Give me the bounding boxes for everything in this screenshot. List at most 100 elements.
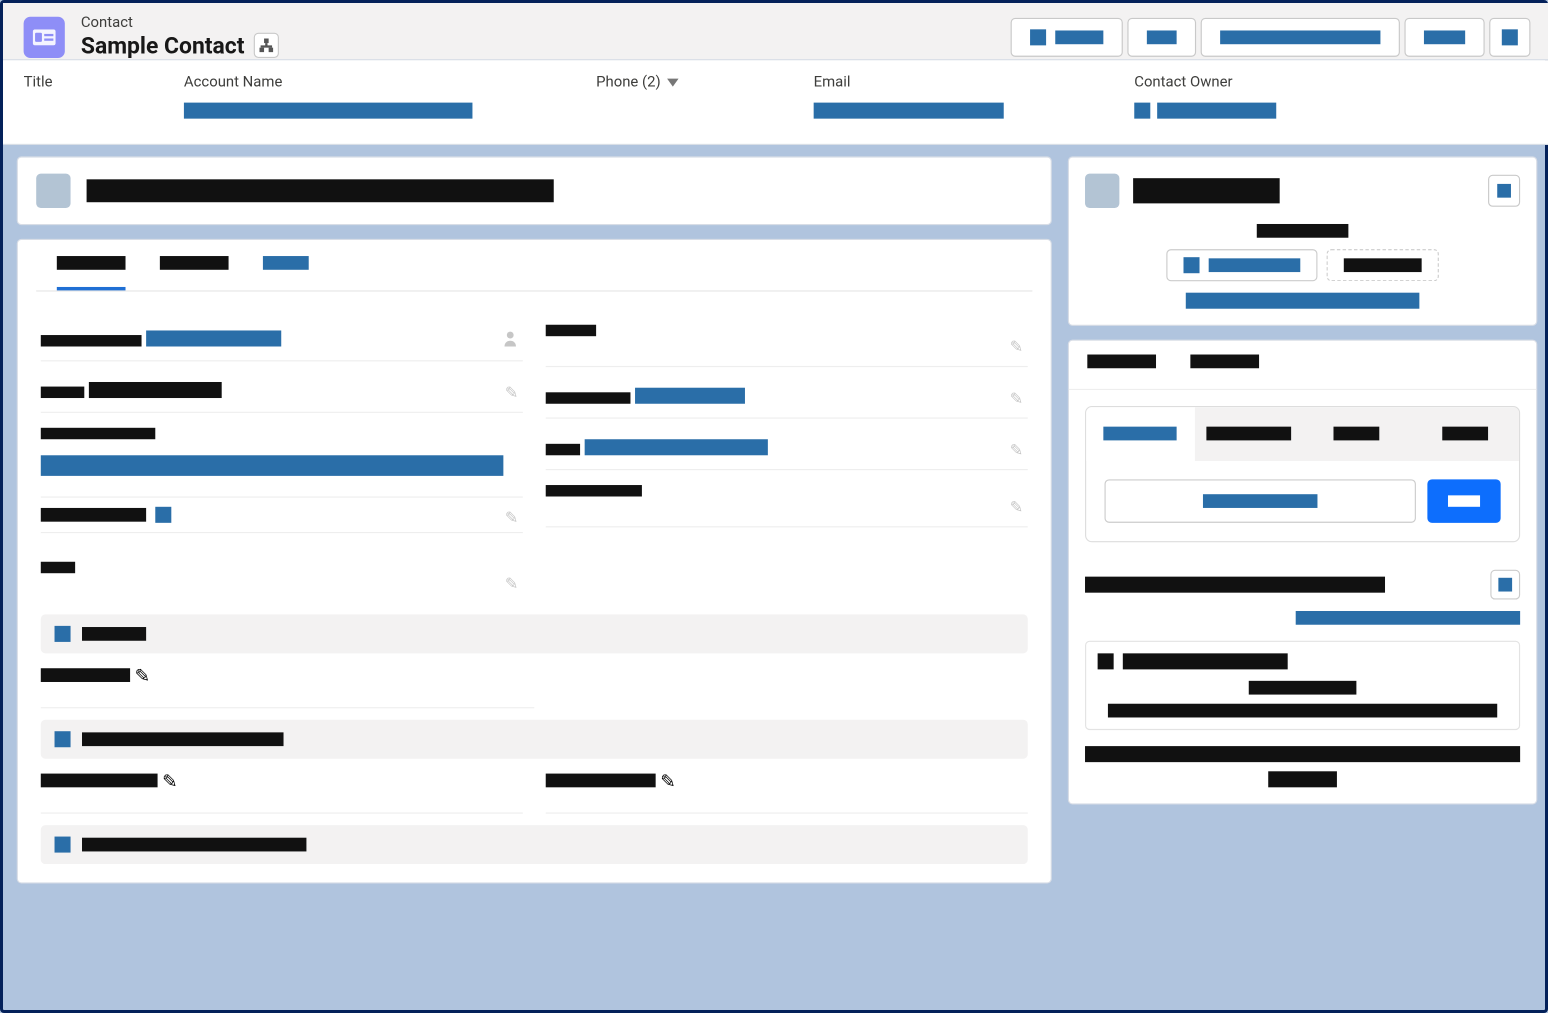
field-value-link[interactable] bbox=[635, 388, 745, 404]
hl-email-value[interactable] bbox=[814, 103, 1004, 119]
feed-item-icon bbox=[1098, 653, 1114, 669]
edit-icon[interactable]: ✎ bbox=[1010, 390, 1023, 408]
feed-item-line2 bbox=[1108, 704, 1497, 718]
edit-icon[interactable]: ✎ bbox=[660, 770, 675, 792]
field-label bbox=[41, 508, 146, 522]
side-card-1-footer-link[interactable] bbox=[1186, 293, 1420, 309]
feed-item-line1 bbox=[1249, 681, 1357, 695]
header-action-2[interactable] bbox=[1127, 17, 1196, 56]
edit-icon[interactable]: ✎ bbox=[1010, 499, 1023, 517]
side-card-1-menu[interactable] bbox=[1488, 175, 1520, 207]
hl-title-label: Title bbox=[24, 74, 116, 91]
edit-icon[interactable]: ✎ bbox=[1010, 442, 1023, 460]
detail-card: ✎ ✎ bbox=[17, 239, 1052, 884]
hl-owner-label: Contact Owner bbox=[1134, 74, 1276, 91]
feed-footer-1 bbox=[1085, 746, 1520, 762]
field-left-1 bbox=[41, 310, 523, 362]
feed-filter-text bbox=[1085, 577, 1385, 593]
hierarchy-button[interactable] bbox=[254, 33, 279, 58]
hierarchy-icon[interactable] bbox=[502, 330, 518, 351]
publisher-tab-3[interactable] bbox=[1303, 407, 1411, 461]
field-left-2: ✎ bbox=[41, 361, 523, 413]
publisher-input[interactable] bbox=[1104, 479, 1415, 523]
section-2-field-left: ✎ bbox=[41, 759, 523, 814]
field-label bbox=[546, 774, 656, 788]
field-value bbox=[89, 382, 222, 398]
field-right-1: ✎ bbox=[546, 310, 1028, 367]
edit-icon[interactable]: ✎ bbox=[135, 665, 150, 687]
feed-item-1 bbox=[1085, 641, 1520, 730]
field-label bbox=[41, 387, 85, 398]
header-action-1[interactable] bbox=[1011, 17, 1123, 56]
side-card-1-pill-2[interactable] bbox=[1327, 249, 1439, 281]
record-header: Contact Sample Contact bbox=[3, 3, 1548, 60]
detail-tab-1[interactable] bbox=[57, 256, 126, 290]
publisher-tab-1[interactable] bbox=[1086, 407, 1194, 461]
detail-section-3-header[interactable] bbox=[41, 825, 1028, 864]
side-card-2 bbox=[1068, 340, 1537, 805]
field-value-link[interactable] bbox=[585, 439, 768, 455]
object-type-label: Contact bbox=[81, 14, 279, 31]
field-label bbox=[546, 444, 580, 455]
header-actions bbox=[1011, 17, 1531, 56]
field-value-link[interactable] bbox=[146, 330, 281, 346]
edit-icon[interactable]: ✎ bbox=[505, 576, 518, 594]
detail-section-1-header[interactable] bbox=[41, 614, 1028, 653]
header-action-more[interactable] bbox=[1489, 17, 1530, 56]
detail-tab-2[interactable] bbox=[160, 256, 229, 290]
field-trailing-icon[interactable] bbox=[155, 507, 171, 523]
field-label bbox=[41, 428, 156, 439]
feed-item-title bbox=[1123, 653, 1288, 669]
field-value-link[interactable] bbox=[41, 455, 504, 476]
side-card-1-title bbox=[1133, 178, 1280, 203]
side-card-1-pill-1[interactable] bbox=[1166, 249, 1317, 281]
hl-account-label: Account Name bbox=[184, 74, 527, 91]
contact-icon bbox=[24, 16, 65, 57]
field-label bbox=[41, 668, 130, 682]
feed-footer-2[interactable] bbox=[1268, 771, 1337, 787]
feed-filter-row bbox=[1069, 558, 1536, 611]
side-card-1 bbox=[1068, 156, 1537, 325]
field-right-3: ✎ bbox=[546, 419, 1028, 471]
field-right-4: ✎ bbox=[546, 470, 1028, 527]
publisher-tab-2[interactable] bbox=[1194, 407, 1302, 461]
chevron-down-icon[interactable] bbox=[668, 79, 679, 87]
owner-avatar-icon bbox=[1134, 103, 1150, 119]
detail-tab-3[interactable] bbox=[263, 256, 309, 290]
main-header-icon bbox=[36, 174, 70, 208]
side-tab-2[interactable] bbox=[1190, 355, 1259, 389]
header-action-4[interactable] bbox=[1404, 17, 1484, 56]
field-label bbox=[41, 562, 75, 573]
field-label bbox=[546, 325, 596, 336]
header-action-3[interactable] bbox=[1201, 17, 1400, 56]
field-label bbox=[546, 392, 631, 403]
main-header-card bbox=[17, 156, 1052, 225]
highlights-panel: Title Account Name Phone (2) Email Conta… bbox=[3, 60, 1548, 145]
publisher-submit-button[interactable] bbox=[1427, 479, 1500, 523]
edit-icon[interactable]: ✎ bbox=[505, 384, 518, 402]
detail-section-2-header[interactable] bbox=[41, 720, 1028, 759]
side-card-1-icon bbox=[1085, 174, 1119, 208]
edit-icon[interactable]: ✎ bbox=[1010, 338, 1023, 356]
hl-account-value[interactable] bbox=[184, 103, 473, 119]
feed-filter-menu[interactable] bbox=[1490, 570, 1520, 600]
hl-owner-value[interactable] bbox=[1157, 103, 1276, 119]
edit-icon[interactable]: ✎ bbox=[162, 770, 177, 792]
field-right-2: ✎ bbox=[546, 367, 1028, 419]
section-2-field-right: ✎ bbox=[546, 759, 1028, 814]
side-card-1-sub bbox=[1257, 224, 1349, 238]
main-header-title bbox=[87, 179, 554, 202]
side-tab-1[interactable] bbox=[1087, 355, 1156, 389]
field-label bbox=[546, 485, 642, 496]
side-tabs bbox=[1069, 341, 1536, 390]
publisher-tab-4[interactable] bbox=[1411, 407, 1519, 461]
hl-phone-label: Phone (2) bbox=[596, 74, 661, 91]
field-label bbox=[41, 335, 142, 346]
field-left-3 bbox=[41, 413, 523, 498]
section-1-field: ✎ bbox=[41, 653, 534, 708]
field-left-5: ✎ bbox=[41, 533, 523, 603]
edit-icon[interactable]: ✎ bbox=[505, 509, 518, 527]
field-left-4: ✎ bbox=[41, 498, 523, 533]
hl-email-label: Email bbox=[814, 74, 1066, 91]
feed-filter-link[interactable] bbox=[1296, 611, 1520, 625]
